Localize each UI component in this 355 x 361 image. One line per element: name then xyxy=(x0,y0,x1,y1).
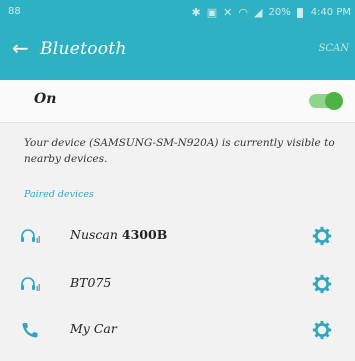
page-title: Bluetooth xyxy=(40,39,127,59)
bluetooth-switch[interactable] xyxy=(309,92,343,110)
phone-icon xyxy=(22,323,38,338)
gear-icon[interactable] xyxy=(311,319,333,341)
status-time: 4:40 PM xyxy=(310,7,351,18)
status-bar: 88 ✱ ▣ ✕ ◠ ◢ 20% 4:40 PM xyxy=(0,0,355,24)
gear-icon[interactable] xyxy=(311,225,333,247)
device-row-bt075[interactable]: BT075 xyxy=(0,264,355,304)
device-row-nuscan[interactable]: Nuscan 4300B xyxy=(0,216,355,256)
device-name: My Car xyxy=(70,321,117,336)
switch-knob xyxy=(325,92,343,110)
paired-devices-header: Paired devices xyxy=(24,189,94,200)
device-row-my-car[interactable]: My Car xyxy=(0,310,355,350)
toggle-label: On xyxy=(34,91,57,107)
battery-icon xyxy=(296,7,303,18)
status-icons: ✱ ▣ ✕ ◠ ◢ 20% 4:40 PM xyxy=(192,6,351,19)
bluetooth-toggle-row[interactable]: On xyxy=(0,80,355,123)
mute-icon: ✕ xyxy=(223,6,233,19)
wifi-icon: ◠ xyxy=(238,6,248,19)
bluetooth-icon: ✱ xyxy=(191,6,201,19)
device-name: BT075 xyxy=(70,275,112,290)
battery-percent: 20% xyxy=(268,7,291,18)
headset-icon xyxy=(21,277,40,291)
device-name: Nuscan 4300B xyxy=(70,227,168,242)
gear-icon[interactable] xyxy=(311,273,333,295)
action-bar: ← Bluetooth SCAN xyxy=(0,24,355,80)
scan-button[interactable]: SCAN xyxy=(319,43,349,54)
signal-icon: ◢ xyxy=(254,6,263,19)
nfc-icon: ▣ xyxy=(206,6,218,19)
back-arrow-icon[interactable]: ← xyxy=(12,38,29,58)
notification-count: 88 xyxy=(8,6,21,17)
headset-icon xyxy=(21,229,40,243)
visibility-message: Your device (SAMSUNG-SM-N920A) is curren… xyxy=(24,137,335,165)
